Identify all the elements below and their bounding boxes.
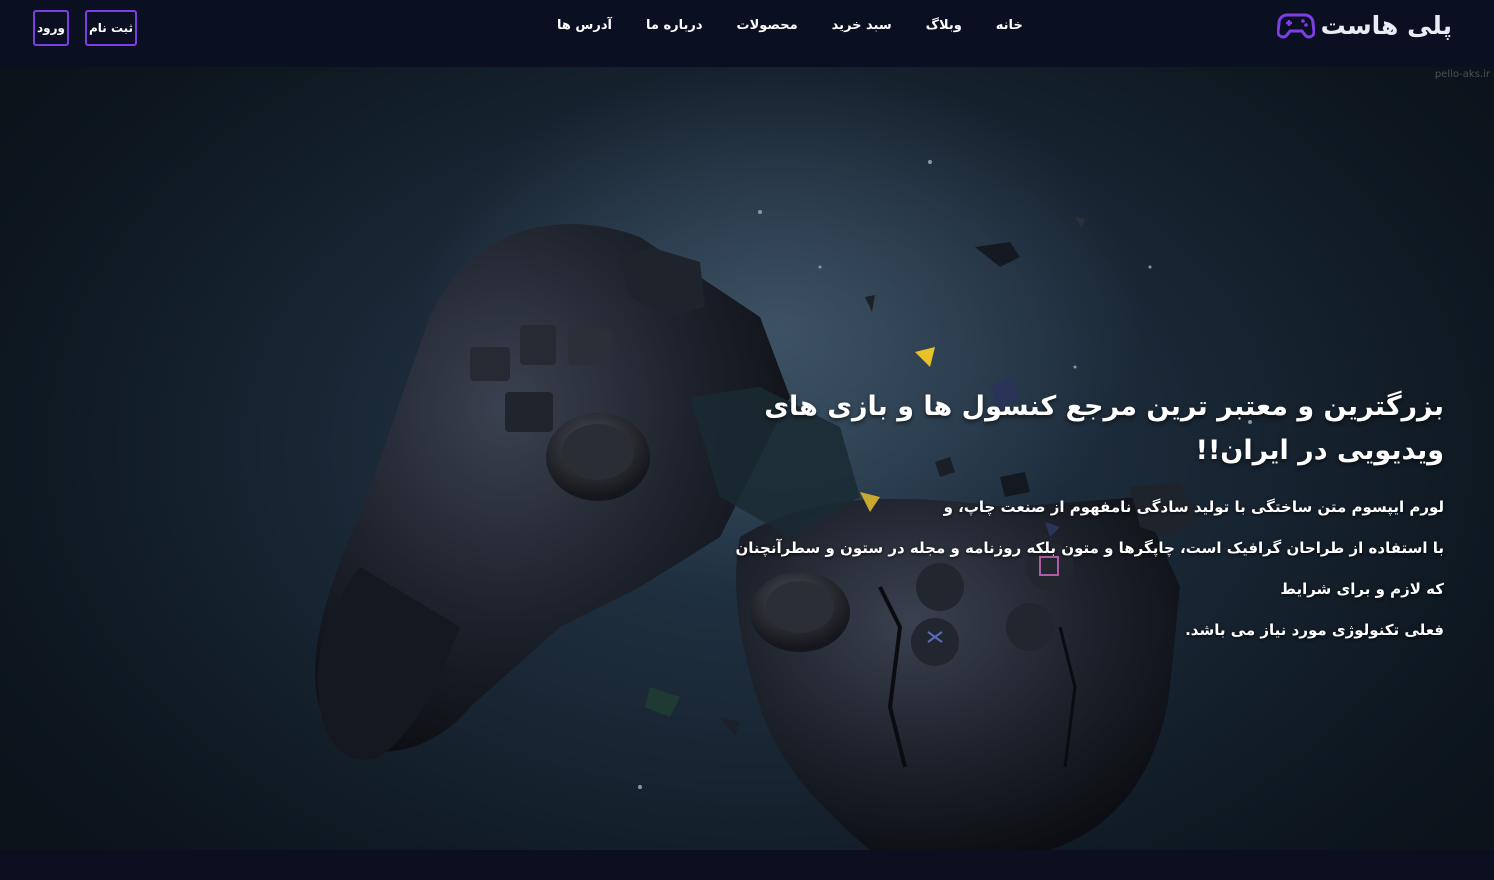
nav-item-about[interactable]: درباره ما (629, 14, 720, 38)
gamepad-icon (1276, 13, 1315, 39)
nav-item-products[interactable]: محصولات (720, 14, 815, 38)
watermark: pello-aks.ir (1434, 69, 1490, 80)
bottom-strip (0, 850, 1494, 880)
nav-item-home[interactable]: خانه (979, 14, 1040, 38)
hero-text-block: بزرگترین و معتبر ترین مرجع کنسول ها و با… (724, 385, 1444, 651)
hero-line: فعلی تکنولوژی مورد نیاز می باشد. (1185, 621, 1444, 639)
hero-title: بزرگترین و معتبر ترین مرجع کنسول ها و با… (764, 391, 1444, 466)
hero-line: لورم ایپسوم متن ساختگی با تولید سادگی نا… (943, 498, 1444, 516)
nav-item-cart[interactable]: سبد خرید (815, 14, 909, 38)
top-navbar: پلی هاست خانه وبلاگ سبد خرید محصولات درب… (0, 0, 1494, 67)
register-button[interactable]: ثبت نام (85, 10, 137, 46)
hero-description: لورم ایپسوم متن ساختگی با تولید سادگی نا… (724, 487, 1444, 651)
auth-buttons: ورود ثبت نام (33, 10, 137, 46)
brand-name: پلی هاست (1320, 10, 1452, 40)
nav-item-addresses[interactable]: آدرس ها (540, 14, 629, 38)
login-button[interactable]: ورود (33, 10, 69, 46)
nav-item-blog[interactable]: وبلاگ (909, 14, 979, 38)
hero-line: با استفاده از طراحان گرافیک است، چاپگرها… (735, 539, 1444, 598)
main-nav: خانه وبلاگ سبد خرید محصولات درباره ما آد… (540, 14, 1040, 38)
brand-logo[interactable]: پلی هاست (1276, 6, 1452, 44)
